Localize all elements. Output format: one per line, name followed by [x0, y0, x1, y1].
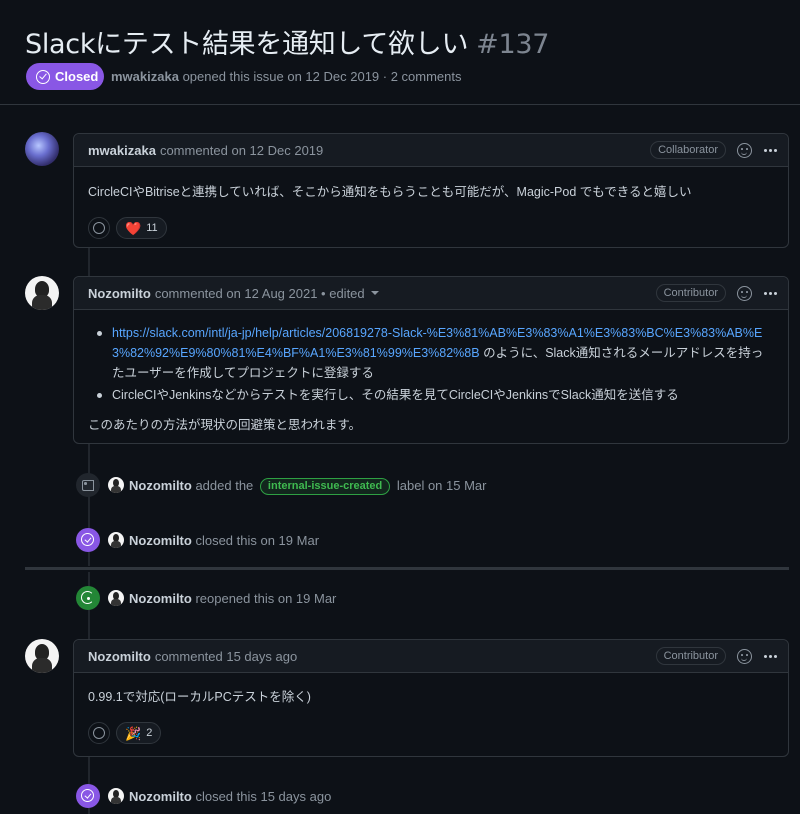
closed-event-icon: [76, 528, 100, 552]
timeline-divider: [25, 567, 789, 570]
event-text: closed this on 19 Mar: [195, 533, 320, 548]
comment-text: CircleCIやBitriseと連携していれば、そこから通知をもらうことも可能…: [88, 185, 692, 199]
event-actor-link[interactable]: Nozomilto: [129, 789, 192, 804]
add-reaction-icon[interactable]: [737, 143, 752, 158]
reaction-heart-button[interactable]: ❤️ 11: [116, 217, 167, 239]
comment-body: https://slack.com/intl/ja-jp/help/articl…: [74, 310, 788, 450]
avatar[interactable]: [25, 276, 59, 310]
comment-list: https://slack.com/intl/ja-jp/help/articl…: [88, 323, 774, 405]
header-divider: [0, 104, 800, 105]
comment-card: Nozomilto commented on 12 Aug 2021 • edi…: [73, 276, 789, 444]
event-text: closed this 15 days ago: [195, 789, 332, 804]
timeline-line: [88, 248, 90, 278]
avatar[interactable]: [108, 590, 124, 606]
avatar[interactable]: [25, 132, 59, 166]
edited-dropdown-icon[interactable]: [370, 291, 379, 295]
tada-icon: 🎉: [125, 725, 142, 741]
issue-meta: mwakizaka opened this issue on 12 Dec 20…: [111, 69, 462, 84]
comment-body: CircleCIやBitriseと連携していれば、そこから通知をもらうことも可能…: [74, 167, 788, 217]
avatar[interactable]: [108, 532, 124, 548]
avatar[interactable]: [108, 477, 124, 493]
issue-title: Slackにテスト結果を通知して欲しい #137: [25, 22, 549, 61]
role-badge: Contributor: [655, 647, 726, 665]
add-reaction-button[interactable]: [88, 722, 110, 744]
comment-card: mwakizaka commented on 12 Dec 2019 Colla…: [73, 133, 789, 248]
closed-event: Nozomilto closed this on 19 Mar: [108, 532, 319, 548]
role-badge: Collaborator: [650, 141, 726, 159]
smiley-icon: [93, 222, 105, 234]
comment-paragraph: このあたりの方法が現状の回避策と思われます。: [88, 418, 362, 432]
event-actor-link[interactable]: Nozomilto: [129, 478, 192, 493]
event-actor-link[interactable]: Nozomilto: [129, 533, 192, 548]
heart-icon: ❤️: [125, 220, 142, 236]
event-text: added the: [195, 478, 254, 493]
smiley-icon: [93, 727, 105, 739]
event-actor-link[interactable]: Nozomilto: [129, 591, 192, 606]
list-item-text: CircleCIやJenkinsなどからテストを実行し、その結果を見てCircl…: [112, 388, 679, 402]
add-reaction-icon[interactable]: [737, 286, 752, 301]
event-text: reopened this on 19 Mar: [195, 591, 337, 606]
add-reaction-button[interactable]: [88, 217, 110, 239]
label-badge[interactable]: internal-issue-created: [259, 478, 391, 495]
tag-icon: [76, 473, 100, 497]
comment-header: mwakizaka commented on 12 Dec 2019 Colla…: [74, 134, 788, 167]
reopened-event-icon: [76, 586, 100, 610]
reactions-bar: 🎉 2: [74, 722, 788, 756]
avatar[interactable]: [25, 639, 59, 673]
more-options-icon[interactable]: [769, 292, 772, 295]
comment-meta[interactable]: commented on 12 Dec 2019: [160, 143, 323, 158]
comment-text: 0.99.1で対応(ローカルPCテストを除く): [88, 690, 311, 704]
comment-body: 0.99.1で対応(ローカルPCテストを除く): [74, 673, 788, 722]
reaction-count: 11: [146, 222, 158, 234]
closed-event-icon: [76, 784, 100, 808]
more-options-icon[interactable]: [769, 149, 772, 152]
issue-title-text: Slackにテスト結果を通知して欲しい: [25, 29, 469, 60]
status-label: Closed: [55, 69, 99, 84]
event-text: label on 15 Mar: [396, 478, 487, 493]
reopened-event: Nozomilto reopened this on 19 Mar: [108, 590, 336, 606]
issue-meta-text: opened this issue on 12 Dec 2019 · 2 com…: [182, 69, 462, 84]
comment-header: Nozomilto commented on 12 Aug 2021 • edi…: [74, 277, 788, 310]
comment-author-link[interactable]: mwakizaka: [88, 143, 156, 158]
reactions-bar: ❤️ 11: [74, 217, 788, 251]
comment-header: Nozomilto commented 15 days ago Contribu…: [74, 640, 788, 673]
closed-event: Nozomilto closed this 15 days ago: [108, 788, 331, 804]
role-badge: Contributor: [655, 284, 726, 302]
list-item: CircleCIやJenkinsなどからテストを実行し、その結果を見てCircl…: [96, 385, 774, 405]
avatar[interactable]: [108, 788, 124, 804]
comment-author-link[interactable]: Nozomilto: [88, 649, 151, 664]
reaction-count: 2: [146, 727, 153, 739]
comment-card: Nozomilto commented 15 days ago Contribu…: [73, 639, 789, 757]
comment-meta[interactable]: commented on 12 Aug 2021 • edited: [155, 286, 365, 301]
issue-author-link[interactable]: mwakizaka: [111, 69, 179, 84]
comment-author-link[interactable]: Nozomilto: [88, 286, 151, 301]
comment-meta[interactable]: commented 15 days ago: [155, 649, 297, 664]
add-reaction-icon[interactable]: [737, 649, 752, 664]
issue-number: #137: [476, 29, 550, 60]
label-event: Nozomilto added the internal-issue-creat…: [108, 477, 487, 495]
more-options-icon[interactable]: [769, 655, 772, 658]
status-badge: Closed: [26, 63, 104, 90]
closed-check-icon: [36, 69, 50, 84]
list-item: https://slack.com/intl/ja-jp/help/articl…: [96, 323, 774, 383]
reaction-tada-button[interactable]: 🎉 2: [116, 722, 162, 744]
